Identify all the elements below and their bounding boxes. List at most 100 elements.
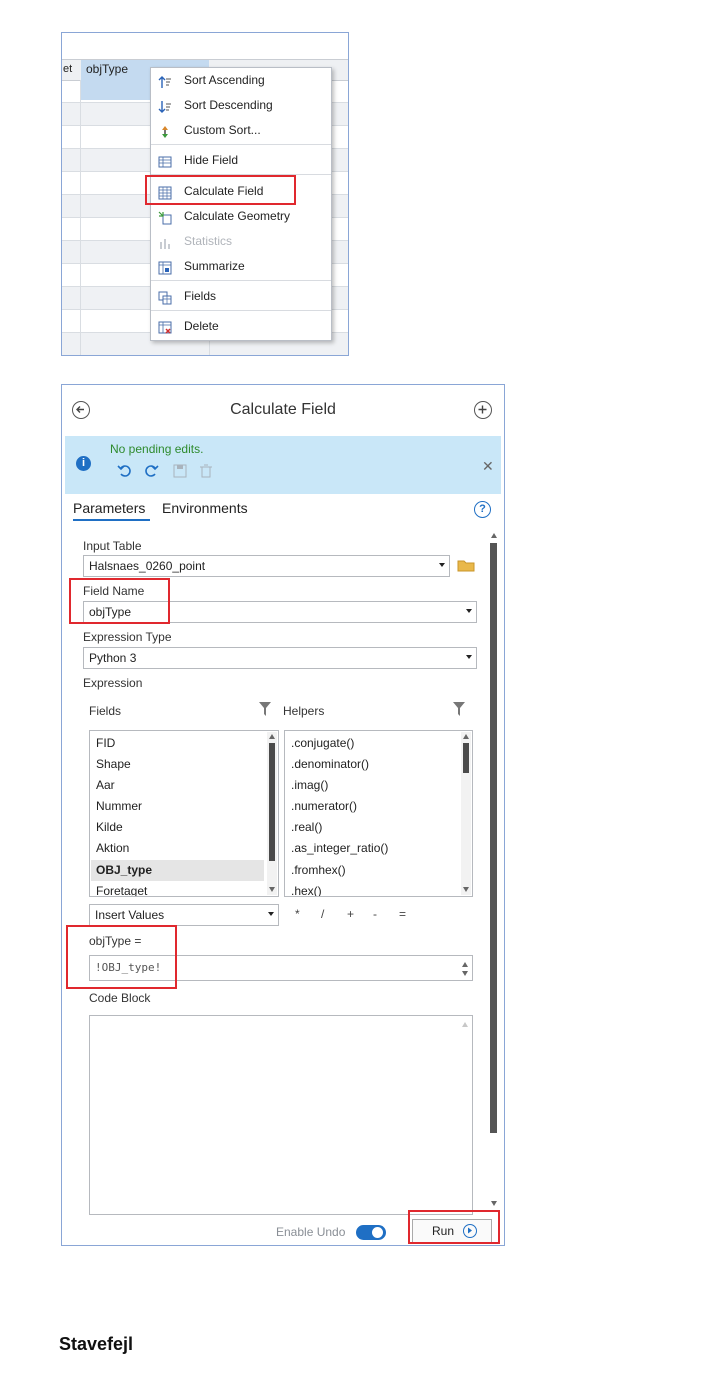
redo-icon[interactable] [143,464,159,483]
list-item[interactable]: .denominator() [291,754,369,775]
help-icon[interactable]: ? [474,501,491,518]
operator-minus-button[interactable]: - [373,907,377,921]
list-item[interactable]: Foretaget [96,881,147,896]
active-tab-indicator [73,519,150,521]
expression-type-select[interactable]: Python 3 [83,647,477,669]
menu-item-calculate-geometry[interactable]: Calculate Geometry [151,204,331,228]
menu-item-hide-field[interactable]: Hide Field [151,148,331,172]
filter-helpers-icon[interactable] [452,701,466,722]
menu-item-label: Fields [184,289,217,303]
close-banner-icon[interactable]: ✕ [482,458,494,475]
menu-item-label: Delete [184,319,219,333]
menu-item-delete[interactable]: Delete [151,314,331,338]
undo-icon[interactable] [117,464,133,483]
add-button[interactable] [474,401,492,419]
operator-multiply-button[interactable]: * [295,907,300,921]
scrollbar-thumb[interactable] [490,543,497,1133]
helpers-list[interactable]: .conjugate() .denominator() .imag() .num… [284,730,473,897]
menu-item-label: Custom Sort... [184,123,261,137]
scrollbar-thumb[interactable] [463,743,469,773]
list-item[interactable]: Aktion [96,838,129,859]
list-item[interactable]: .imag() [291,775,328,796]
chevron-down-icon [268,912,274,916]
operator-plus-button[interactable]: + [347,907,354,921]
filter-fields-icon[interactable] [258,701,272,722]
input-table-value: Halsnaes_0260_point [89,559,206,573]
pane-title: Calculate Field [230,401,336,418]
menu-item-label: Sort Ascending [184,73,265,87]
info-icon: i [76,456,91,471]
menu-item-sort-descending[interactable]: Sort Descending [151,93,331,117]
list-item[interactable]: Kilde [96,817,123,838]
column-header-partial[interactable]: et [62,60,82,80]
fields-list[interactable]: FID Shape Aar Nummer Kilde Aktion OBJ_ty… [89,730,279,897]
scroll-up-icon[interactable] [463,734,469,739]
calculate-geometry-icon [158,209,172,225]
plus-icon [478,405,487,414]
sort-ascending-icon [158,73,172,88]
scrollbar-thumb[interactable] [269,743,275,861]
menu-item-label: Statistics [184,234,233,248]
list-item[interactable]: .real() [291,817,322,838]
insert-values-select[interactable]: Insert Values [89,904,279,926]
calculate-field-pane: Calculate Field i No pending edits. ✕ Pa… [61,384,505,1246]
menu-item-summarize[interactable]: Summarize [151,254,331,278]
scroll-down-icon[interactable] [269,887,275,892]
menu-item-label: Calculate Geometry [184,209,291,223]
operator-divide-button[interactable]: / [321,907,324,921]
highlight-box-run [408,1210,500,1244]
hide-field-icon [158,153,172,168]
list-item[interactable]: .conjugate() [291,733,354,754]
tab-environments[interactable]: Environments [162,500,248,516]
scroll-down-icon[interactable] [463,887,469,892]
code-block-input[interactable] [89,1015,473,1215]
save-edits-icon[interactable] [173,464,187,483]
enable-undo-toggle[interactable] [356,1225,386,1240]
list-item-selected[interactable]: OBJ_type [96,860,152,881]
list-item[interactable]: .fromhex() [291,860,346,881]
input-table-select[interactable]: Halsnaes_0260_point [83,555,450,577]
menu-item-custom-sort[interactable]: Custom Sort... [151,118,331,142]
chevron-down-icon [466,609,472,613]
chevron-up-icon[interactable] [462,962,468,967]
menu-divider [151,310,331,311]
custom-sort-icon [158,123,172,138]
highlight-box-calculate-field [145,175,296,205]
banner-text: No pending edits. [110,442,204,456]
edit-status-banner: i No pending edits. ✕ [65,436,501,494]
operator-equals-button[interactable]: = [399,907,406,921]
chevron-down-icon[interactable] [462,971,468,976]
list-item[interactable]: .numerator() [291,796,357,817]
insert-values-label: Insert Values [95,908,165,922]
sort-descending-icon [158,98,172,113]
menu-item-fields[interactable]: Fields [151,284,331,308]
helpers-list-scrollbar[interactable] [461,732,471,895]
highlight-box-expression [66,925,177,989]
scroll-up-icon[interactable] [491,533,497,538]
list-item[interactable]: Aar [96,775,115,796]
statistics-icon [158,234,172,249]
list-item[interactable]: Nummer [96,796,142,817]
menu-item-label: Summarize [184,259,245,273]
pane-scrollbar[interactable] [488,531,500,1211]
discard-edits-icon[interactable] [199,464,213,483]
menu-divider [151,280,331,281]
expression-label: Expression [83,676,143,690]
chevron-up-icon [462,1022,468,1027]
menu-item-statistics: Statistics [151,229,331,253]
fields-list-scrollbar[interactable] [267,732,277,895]
list-item[interactable]: Shape [96,754,131,775]
column-divider [80,80,81,355]
browse-folder-icon[interactable] [457,557,475,578]
input-table-label: Input Table [83,539,142,553]
menu-divider [151,144,331,145]
list-item[interactable]: FID [96,733,115,754]
code-block-label: Code Block [89,991,151,1005]
fields-icon [158,289,172,305]
list-item[interactable]: .as_integer_ratio() [291,838,388,859]
menu-item-sort-ascending[interactable]: Sort Ascending [151,68,331,92]
scroll-up-icon[interactable] [269,734,275,739]
tab-parameters[interactable]: Parameters [73,500,145,516]
list-item[interactable]: .hex() [291,881,322,896]
scroll-down-icon[interactable] [491,1201,497,1206]
